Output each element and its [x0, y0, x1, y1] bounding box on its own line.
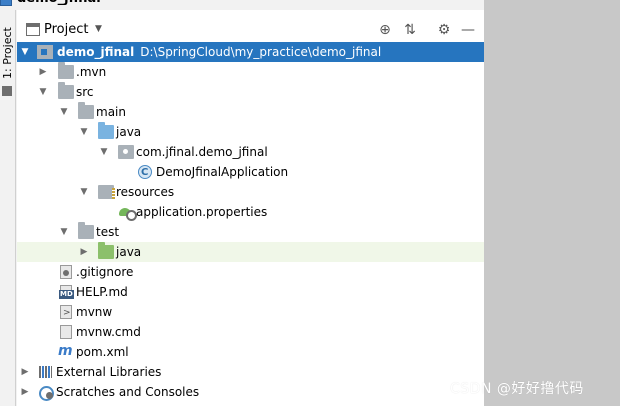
watermark: CSDN @好好撸代码 — [450, 381, 584, 397]
tree-item-mvnw[interactable]: mvnw — [17, 302, 484, 323]
library-icon — [38, 365, 54, 379]
tree-label: pom.xml — [76, 345, 129, 359]
project-tool-tab[interactable]: 1: Project — [1, 22, 15, 84]
root-name: demo_jfinal — [57, 45, 135, 59]
chevron-down-icon[interactable]: ▼ — [58, 102, 70, 122]
tree-label: src — [76, 85, 94, 99]
structure-tab-icon[interactable] — [2, 86, 12, 96]
tree-item-app-props[interactable]: application.properties — [17, 202, 484, 222]
tree-label: main — [96, 105, 126, 119]
tree-label: com.jfinal.demo_jfinal — [136, 145, 268, 159]
scratches-icon — [38, 385, 54, 401]
chevron-down-icon[interactable]: ▼ — [19, 42, 31, 62]
chevron-right-icon[interactable]: ▶ — [19, 362, 31, 382]
chevron-down-icon[interactable]: ▼ — [78, 122, 90, 142]
gitignore-file-icon — [60, 265, 72, 279]
minimize-icon[interactable]: — — [459, 21, 477, 39]
folder-icon — [78, 102, 94, 119]
chevron-right-icon[interactable]: ▶ — [78, 242, 90, 262]
test-folder-icon — [98, 242, 114, 259]
tree-item-main[interactable]: ▼ main — [17, 102, 484, 122]
folder-icon — [58, 62, 74, 79]
collapse-all-icon[interactable]: ⇅ — [401, 21, 419, 39]
tree-label: java — [116, 125, 142, 139]
project-view-icon — [26, 23, 40, 36]
tree-item-java-main[interactable]: ▼ java — [17, 122, 484, 142]
class-icon — [138, 163, 152, 183]
tree-item-mvnw-cmd[interactable]: mvnw.cmd — [17, 322, 484, 342]
maven-icon — [58, 341, 74, 361]
tree-label: DemoJfinalApplication — [156, 165, 289, 179]
tree-item-gitignore[interactable]: .gitignore — [17, 262, 484, 282]
project-icon — [0, 0, 12, 6]
chevron-down-icon[interactable]: ▼ — [37, 82, 49, 102]
chevron-down-icon[interactable]: ▼ — [98, 142, 110, 162]
root-path: D:\SpringCloud\my_practice\demo_jfinal — [140, 45, 382, 59]
project-panel: Project ▼ ⊕ ⇅ ⚙ — ▼ demo_jfinal D:\Spring… — [17, 10, 484, 406]
crosshair-icon[interactable]: ⊕ — [376, 21, 394, 39]
folder-icon — [78, 222, 94, 239]
resources-folder-icon — [98, 185, 115, 199]
package-icon — [118, 145, 134, 159]
editor-area — [484, 0, 620, 406]
module-folder-icon — [37, 45, 53, 59]
project-title: demo_jfinal — [17, 0, 101, 6]
tree-item-help[interactable]: HELP.md — [17, 282, 484, 302]
tree-label: .gitignore — [76, 265, 134, 279]
chevron-down-icon[interactable]: ▼ — [78, 182, 90, 202]
chevron-right-icon[interactable]: ▶ — [19, 382, 31, 402]
tree-label: mvnw — [76, 305, 113, 319]
tree-item-package[interactable]: ▼ com.jfinal.demo_jfinal — [17, 142, 484, 162]
chevron-down-icon[interactable]: ▼ — [58, 222, 70, 242]
tree-label: java — [116, 245, 142, 259]
script-file-icon — [60, 303, 72, 323]
tree-label: External Libraries — [56, 365, 162, 379]
gear-icon[interactable]: ⚙ — [435, 21, 453, 39]
tree-label: .mvn — [76, 65, 107, 79]
tree-label: application.properties — [136, 205, 268, 219]
tree-item-resources[interactable]: ▼ resources — [17, 182, 484, 202]
tree-item-scratches[interactable]: ▶ Scratches and Consoles — [17, 382, 484, 402]
properties-file-icon — [118, 205, 137, 221]
tree-item-external-libs[interactable]: ▶ External Libraries — [17, 362, 484, 382]
cmd-file-icon — [60, 325, 72, 339]
chevron-right-icon[interactable]: ▶ — [37, 62, 49, 82]
markdown-file-icon — [59, 285, 74, 299]
tree-item-app-class[interactable]: DemoJfinalApplication — [17, 162, 484, 183]
tree-item-src[interactable]: ▼ src — [17, 82, 484, 102]
tool-window-strip: 1: Project — [0, 10, 16, 406]
tree-item-pom[interactable]: pom.xml — [17, 341, 484, 362]
folder-icon — [58, 82, 74, 99]
tree-label: Scratches and Consoles — [56, 385, 200, 399]
tree-item-root[interactable]: ▼ demo_jfinal D:\SpringCloud\my_practice\… — [17, 42, 484, 62]
project-tree: ▼ demo_jfinal D:\SpringCloud\my_practice\… — [17, 42, 484, 402]
chevron-down-icon[interactable]: ▼ — [95, 24, 102, 34]
tree-item-test[interactable]: ▼ test — [17, 222, 484, 242]
project-toolbar: Project ▼ ⊕ ⇅ ⚙ — — [17, 18, 484, 42]
tree-label: resources — [116, 185, 175, 199]
view-selector[interactable]: Project — [44, 22, 88, 37]
tree-label: mvnw.cmd — [76, 325, 141, 339]
tree-label: test — [96, 225, 120, 239]
source-folder-icon — [98, 122, 114, 139]
tree-item-java-test[interactable]: ▶ java — [17, 242, 484, 262]
tree-label: HELP.md — [76, 285, 128, 299]
tree-item-mvn[interactable]: ▶ .mvn — [17, 62, 484, 82]
